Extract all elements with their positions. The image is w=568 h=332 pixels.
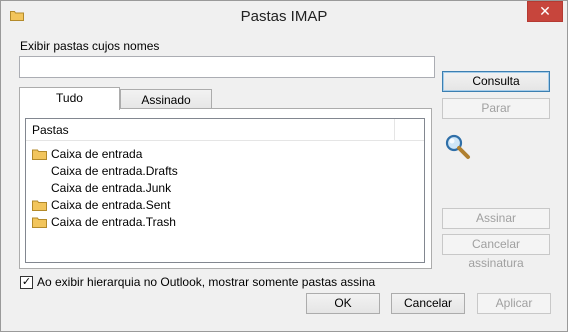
cancelar-button-label: Cancelar	[403, 296, 453, 310]
imap-folders-dialog: Pastas IMAP ✕ Exibir pastas cujos nomes …	[0, 0, 568, 332]
column-separator	[394, 119, 395, 140]
close-button[interactable]: ✕	[527, 1, 563, 22]
tab-label: Assinado	[141, 93, 191, 107]
list-item-label: Caixa de entrada.Sent	[51, 198, 171, 212]
tab-label: Tudo	[56, 91, 83, 105]
tab-tudo[interactable]: Tudo	[19, 87, 120, 110]
hierarchy-checkbox[interactable]: ✓	[20, 276, 33, 289]
folder-list[interactable]: Pastas Caixa de entrada Caixa de entrada…	[25, 118, 425, 263]
magnifier-icon	[445, 134, 470, 159]
cancelar-button[interactable]: Cancelar	[391, 293, 465, 314]
folder-icon	[32, 217, 47, 228]
column-header-pastas: Pastas	[32, 123, 69, 137]
consulta-button-label: Consulta	[472, 74, 520, 88]
hierarchy-checkbox-label: Ao exibir hierarquia no Outlook, mostrar…	[37, 275, 376, 289]
aplicar-button[interactable]: Aplicar	[477, 293, 551, 314]
list-item-label: Caixa de entrada.Drafts	[51, 164, 178, 178]
filter-input[interactable]	[19, 56, 435, 78]
ok-button[interactable]: OK	[306, 293, 380, 314]
assinar-button-label: Assinar	[475, 211, 516, 225]
tab-assinado[interactable]: Assinado	[120, 89, 212, 110]
consulta-button[interactable]: Consulta	[442, 71, 550, 92]
title-bar: Pastas IMAP ✕	[1, 1, 567, 32]
window-title: Pastas IMAP	[240, 8, 328, 25]
close-icon: ✕	[539, 3, 551, 19]
list-item-label: Caixa de entrada.Junk	[51, 181, 172, 195]
list-item-label: Caixa de entrada.Trash	[51, 215, 176, 229]
assinar-button[interactable]: Assinar	[442, 208, 550, 229]
aplicar-button-label: Aplicar	[495, 296, 533, 310]
cancelar-assinatura-button[interactable]: Cancelar assinatura	[442, 234, 550, 270]
tab-panel: Pastas Caixa de entrada Caixa de entrada…	[19, 108, 432, 269]
list-item-label: Caixa de entrada	[51, 147, 143, 161]
cancelar-assinatura-button-label: Cancelar assinatura	[468, 237, 524, 270]
folder-icon	[32, 149, 47, 160]
folder-icon	[32, 200, 47, 211]
ok-button-label: OK	[334, 296, 352, 310]
parar-button[interactable]: Parar	[442, 98, 550, 119]
parar-button-label: Parar	[481, 101, 511, 115]
filter-label: Exibir pastas cujos nomes	[20, 39, 160, 53]
list-header[interactable]: Pastas	[26, 119, 424, 141]
